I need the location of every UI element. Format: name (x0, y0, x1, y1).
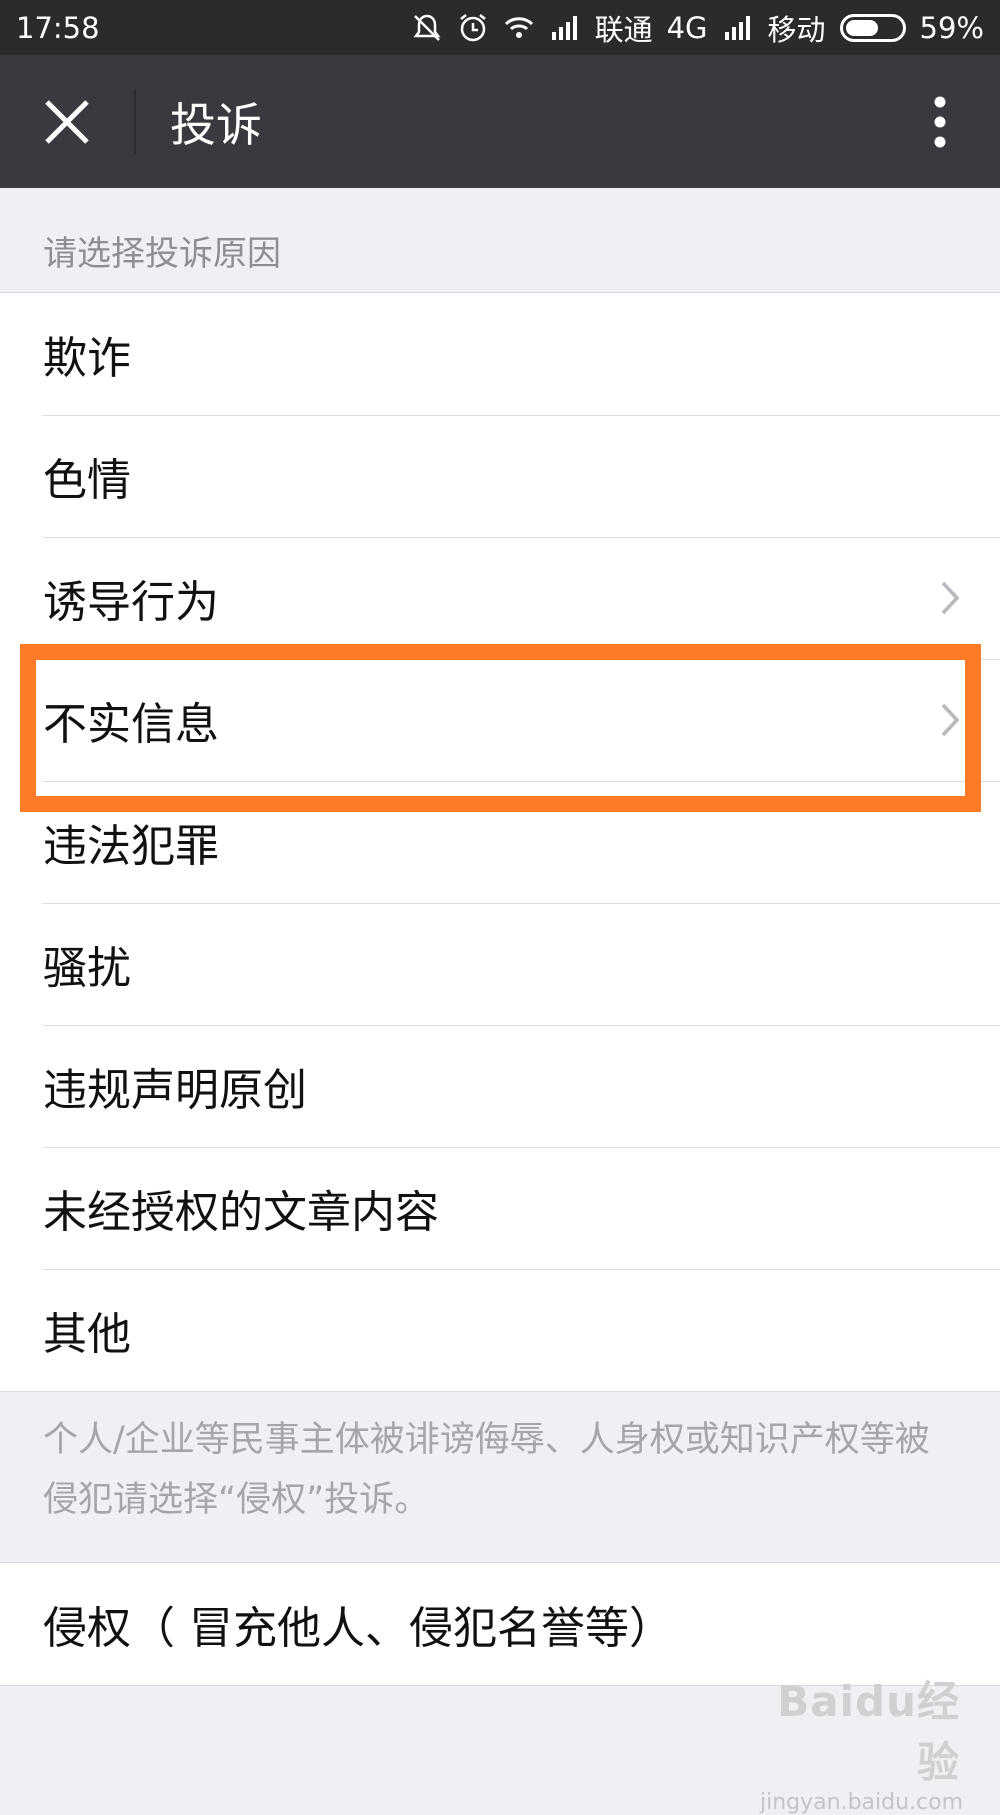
list-item[interactable]: 欺诈 (0, 293, 1000, 415)
status-icons: 联通 4G 移动 59% (411, 7, 984, 49)
list-item[interactable]: 诱导行为 (0, 537, 1000, 659)
close-button[interactable] (0, 55, 134, 188)
alarm-icon (459, 13, 486, 41)
list-item[interactable]: 违规声明原创 (0, 1025, 1000, 1147)
list-item[interactable]: 骚扰 (0, 903, 1000, 1025)
list-item-infringement[interactable]: 侵权（ 冒充他人、侵犯名誉等） (0, 1563, 1000, 1685)
status-bar: 17:58 联通 4G 移动 59% (0, 0, 1000, 55)
page-title: 投诉 (170, 97, 262, 152)
list-item[interactable]: 色情 (0, 415, 1000, 537)
list-item-label: 色情 (43, 455, 131, 506)
signal-icon (551, 15, 577, 40)
list-item-label: 诱导行为 (43, 577, 219, 628)
chevron-right-icon (941, 581, 960, 615)
title-bar: 投诉 (0, 55, 1000, 188)
status-time: 17:58 (16, 10, 100, 45)
list-item-label: 其他 (43, 1309, 131, 1360)
battery-icon (839, 13, 906, 42)
reason-list: 欺诈 色情 诱导行为 不实信息 违法犯罪 骚扰 违规声明原创 未经授权的文章内容 其他 (0, 292, 1000, 1392)
watermark-url: jingyan.baidu.com (760, 1790, 964, 1815)
list-item-label: 欺诈 (43, 333, 131, 384)
close-icon (45, 99, 89, 144)
section-header: 请选择投诉原因 (43, 233, 281, 274)
list-item[interactable]: 未经授权的文章内容 (0, 1147, 1000, 1269)
baidu-watermark: Baidu经验 jingyan.baidu.com (760, 1668, 963, 1815)
mute-icon (413, 14, 441, 41)
wifi-icon (504, 16, 533, 38)
list-item-label: 未经授权的文章内容 (43, 1187, 439, 1238)
list-item-label: 侵权（ 冒充他人、侵犯名誉等） (43, 1603, 673, 1654)
more-button[interactable] (880, 55, 1000, 188)
carrier-1: 联通 (594, 12, 653, 47)
list-item-label: 骚扰 (43, 943, 131, 994)
list-item-label: 违法犯罪 (43, 821, 219, 872)
list-item[interactable]: 其他 (0, 1269, 1000, 1391)
infringement-note: 个人/企业等民事主体被诽谤侮辱、人身权或知识产权等被侵犯请选择“侵权”投诉。 (43, 1420, 930, 1520)
carrier-2: 移动 (767, 12, 826, 47)
battery-percent: 59% (919, 10, 984, 45)
more-vertical-icon (934, 96, 946, 147)
network-type: 4G (666, 10, 708, 45)
highlight-box (20, 644, 981, 812)
watermark-logo: Baidu经验 (777, 1677, 960, 1787)
signal-icon-2 (724, 15, 750, 40)
list-item-label: 违规声明原创 (43, 1065, 307, 1116)
